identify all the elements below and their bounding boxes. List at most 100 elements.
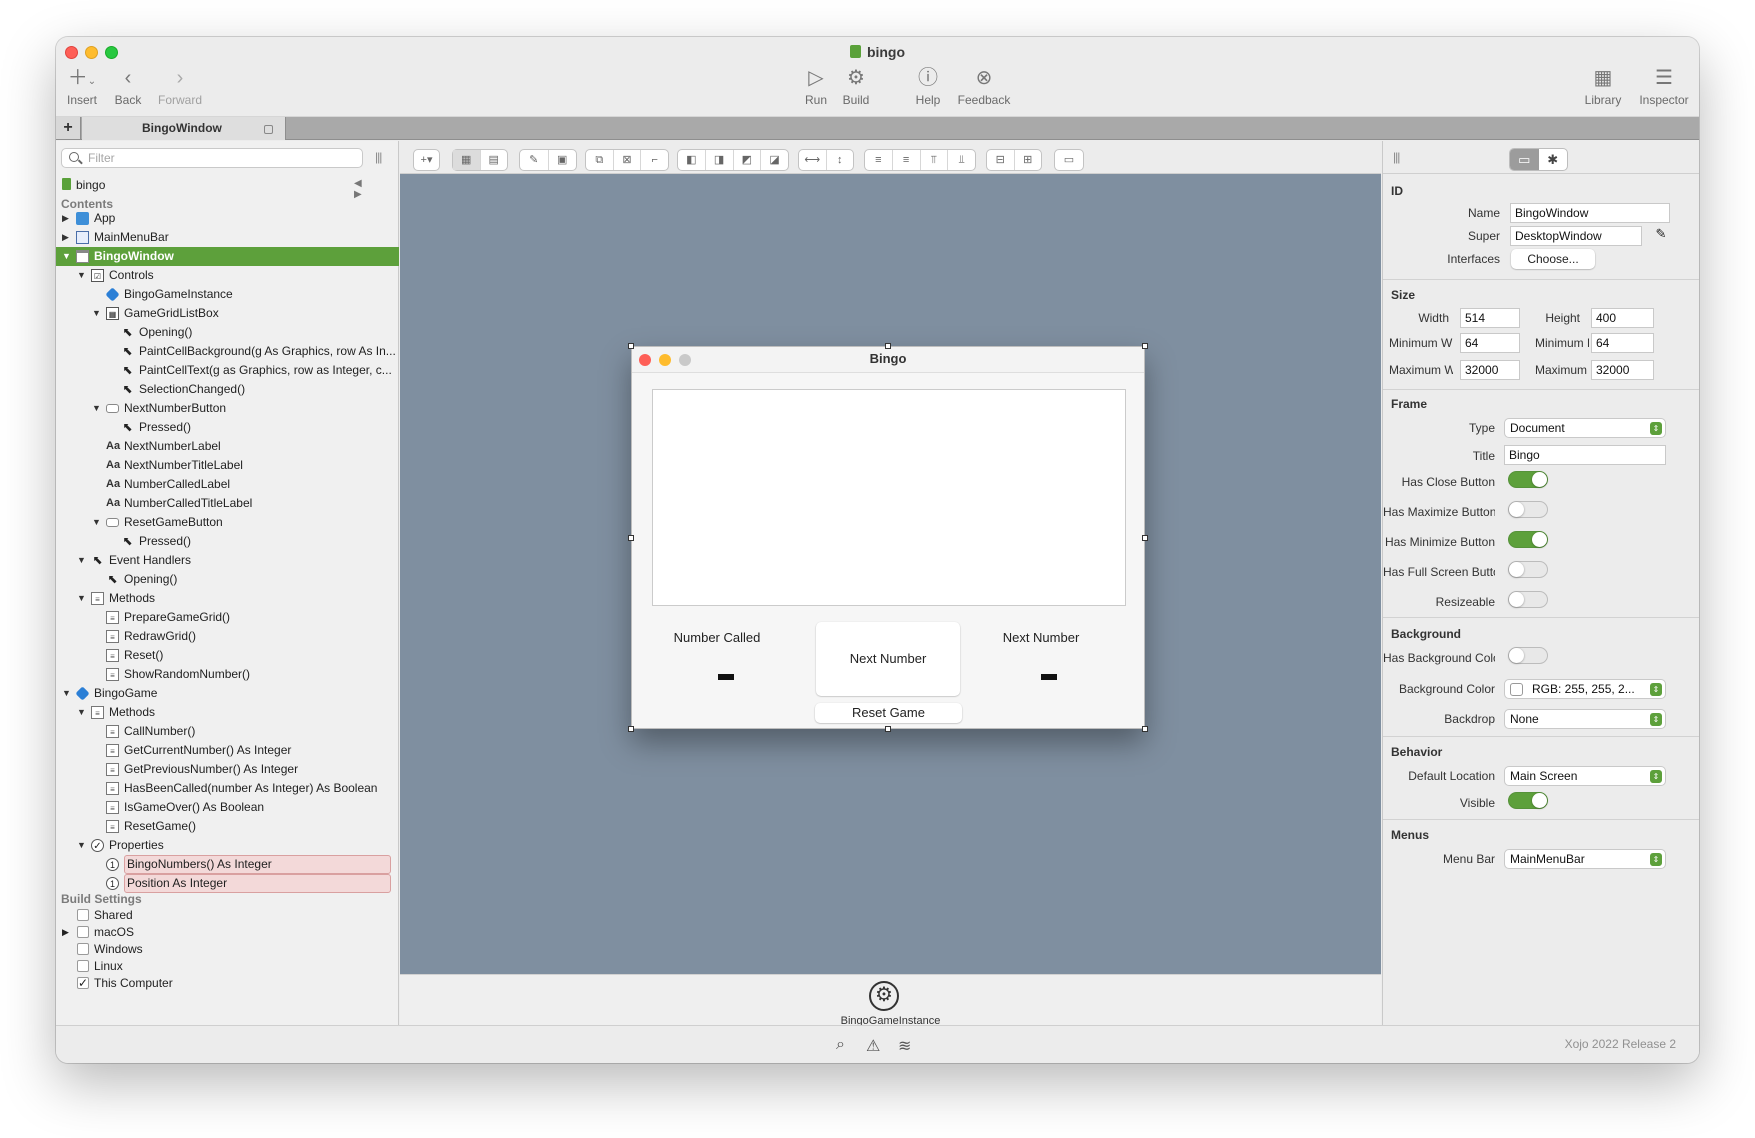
next-number-label[interactable] (1041, 674, 1057, 680)
disclosure-triangle-icon[interactable]: ▼ (62, 684, 71, 703)
align-bottom-icon[interactable]: ⫫ (948, 150, 975, 170)
forward-button[interactable]: › Forward (150, 65, 210, 107)
view-mode-segment[interactable]: ▦ ▤ (452, 149, 508, 171)
tree-item[interactable]: Aa NumberCalledLabel (56, 475, 399, 494)
resize-handle[interactable] (885, 343, 891, 349)
min-height-field[interactable]: 64 (1591, 333, 1654, 353)
tree-item[interactable]: ≡ ShowRandomNumber() (56, 665, 399, 684)
background-color-popup[interactable]: RGB: 255, 255, 2... ⇕ (1504, 679, 1666, 699)
resize-handle[interactable] (1142, 726, 1148, 732)
has-minimize-button-toggle[interactable] (1508, 531, 1548, 548)
title-field[interactable]: Bingo (1504, 445, 1666, 465)
new-tab-button[interactable]: + (56, 117, 81, 139)
choose-interfaces-button[interactable]: Choose... (1511, 249, 1595, 269)
attributes-gear-icon[interactable]: ✱ (1539, 149, 1568, 170)
tree-item[interactable]: ▼ NextNumberButton (56, 399, 399, 418)
tree-item[interactable]: ▼ ☑ Controls (56, 266, 399, 285)
width-field[interactable]: 514 (1460, 308, 1520, 328)
disclosure-triangle-icon[interactable]: ▼ (62, 247, 71, 266)
feedback-button[interactable]: ⊗ Feedback (949, 65, 1019, 107)
bring-forward-icon[interactable]: ◨ (706, 150, 734, 170)
properties-tab-icon[interactable]: ▭ (1510, 149, 1539, 170)
tree-item[interactable]: ⬉ Opening() (56, 570, 399, 589)
type-popup[interactable]: Document ⇕ (1504, 418, 1666, 438)
align-right-icon[interactable]: ≡ (893, 150, 921, 170)
tree-item[interactable]: ▼ ResetGameButton (56, 513, 399, 532)
project-root[interactable]: bingo (62, 178, 105, 192)
preview-button[interactable]: ▭ (1054, 149, 1084, 171)
add-control-button[interactable]: +▾ (413, 149, 440, 171)
grid-view-icon[interactable]: ▦ (453, 150, 481, 170)
help-button[interactable]: ⓘ Help (908, 65, 948, 107)
tree-item[interactable]: ▼ BingoGame (56, 684, 399, 703)
tree-item[interactable]: ⬉ Opening() (56, 323, 399, 342)
resize-handle[interactable] (1142, 343, 1148, 349)
build-target-checkbox[interactable]: ✓ (77, 977, 89, 989)
tree-item[interactable]: ≡ Reset() (56, 646, 399, 665)
filter-input[interactable]: Filter (61, 148, 363, 168)
tab-order-icon[interactable]: ⧉ (586, 150, 614, 170)
align-segment[interactable]: ≡ ≡ ⫪ ⫫ (864, 149, 976, 171)
build-target-checkbox[interactable] (77, 960, 89, 972)
tree-item[interactable]: 1 BingoNumbers() As Integer (56, 855, 399, 874)
tree-item[interactable]: ≡ GetCurrentNumber() As Integer (56, 741, 399, 760)
spacing-segment[interactable]: ⟷ ↕ (798, 149, 854, 171)
backdrop-popup[interactable]: None ⇕ (1504, 709, 1666, 729)
padlock-icon[interactable]: ▣ (549, 150, 577, 170)
distribute-segment[interactable]: ⊟ ⊞ (986, 149, 1042, 171)
default-location-popup[interactable]: Main Screen ⇕ (1504, 766, 1666, 786)
tree-item[interactable]: Aa NextNumberLabel (56, 437, 399, 456)
tree-item[interactable]: ≡ GetPreviousNumber() As Integer (56, 760, 399, 779)
disclosure-triangle-icon[interactable]: ▼ (77, 266, 86, 285)
send-back-icon[interactable]: ◪ (761, 150, 788, 170)
menu-bar-popup[interactable]: MainMenuBar ⇕ (1504, 849, 1666, 869)
view-options-segment[interactable]: ⧉ ⊠ ⌐ (585, 149, 669, 171)
pencil-edit-icon[interactable]: ✎ (1651, 226, 1671, 246)
number-called-label[interactable] (718, 674, 734, 680)
bring-front-icon[interactable]: ◧ (678, 150, 706, 170)
tree-item[interactable]: ▼ ≡ Methods (56, 589, 399, 608)
show-order-icon[interactable]: ⊠ (614, 150, 642, 170)
max-width-field[interactable]: 32000 (1460, 360, 1520, 380)
inspector-mode-segment[interactable]: ▭ ✱ (1509, 148, 1568, 171)
has-full-screen-button-toggle[interactable] (1508, 561, 1548, 578)
disclosure-triangle-icon[interactable]: ▼ (77, 703, 86, 722)
lock-icon[interactable] (264, 125, 273, 134)
tree-item[interactable]: ≡ RedrawGrid() (56, 627, 399, 646)
inspector-split-handle-icon[interactable]: ||| (1393, 150, 1400, 164)
build-target-checkbox[interactable] (77, 926, 89, 938)
number-called-title-label[interactable]: Number Called (662, 630, 772, 645)
insert-button[interactable]: ＋⌄ Insert (62, 65, 102, 107)
feed-icon[interactable]: ≋ (898, 1036, 911, 1056)
tree-item[interactable]: ≡ HasBeenCalled(number As Integer) As Boo… (56, 779, 399, 798)
tree-item[interactable]: ⬉ Pressed() (56, 532, 399, 551)
build-target-item[interactable]: Windows (56, 941, 399, 958)
build-button[interactable]: ⚙ Build (836, 65, 876, 107)
game-grid-listbox[interactable] (652, 389, 1126, 606)
vertical-space-icon[interactable]: ↕ (827, 150, 854, 170)
arrange-segment[interactable]: ◧ ◨ ◩ ◪ (677, 149, 789, 171)
reset-game-button[interactable]: Reset Game (815, 703, 962, 723)
tree-item[interactable]: ≡ PrepareGameGrid() (56, 608, 399, 627)
pencil-icon[interactable]: ✎ (520, 150, 549, 170)
disclosure-triangle-icon[interactable]: ▼ (77, 551, 86, 570)
resize-handle[interactable] (628, 534, 634, 541)
align-top-icon[interactable]: ⫪ (921, 150, 949, 170)
disclosure-triangle-icon[interactable]: ▼ (77, 589, 86, 608)
build-target-checkbox[interactable] (77, 909, 89, 921)
edit-lock-segment[interactable]: ✎ ▣ (519, 149, 577, 171)
gear-icon[interactable]: ⚙ (869, 981, 899, 1011)
tree-item[interactable]: ≡ CallNumber() (56, 722, 399, 741)
tree-item[interactable]: 1 Position As Integer (56, 874, 399, 893)
disclosure-triangle-icon[interactable]: ▼ (92, 399, 101, 418)
tree-item[interactable]: ≡ ResetGame() (56, 817, 399, 836)
tree-item[interactable]: ▼ ✓ Properties (56, 836, 399, 855)
has-close-button-toggle[interactable] (1508, 471, 1548, 488)
warning-icon[interactable]: ⚠ (866, 1036, 880, 1056)
send-backward-icon[interactable]: ◩ (734, 150, 762, 170)
horizontal-space-icon[interactable]: ⟷ (799, 150, 827, 170)
tree-item[interactable]: ▶ App (56, 209, 399, 228)
next-number-title-label[interactable]: Next Number (986, 630, 1096, 645)
distribute-v-icon[interactable]: ⊞ (1015, 150, 1042, 170)
tree-item[interactable]: ▼ ▦ GameGridListBox (56, 304, 399, 323)
